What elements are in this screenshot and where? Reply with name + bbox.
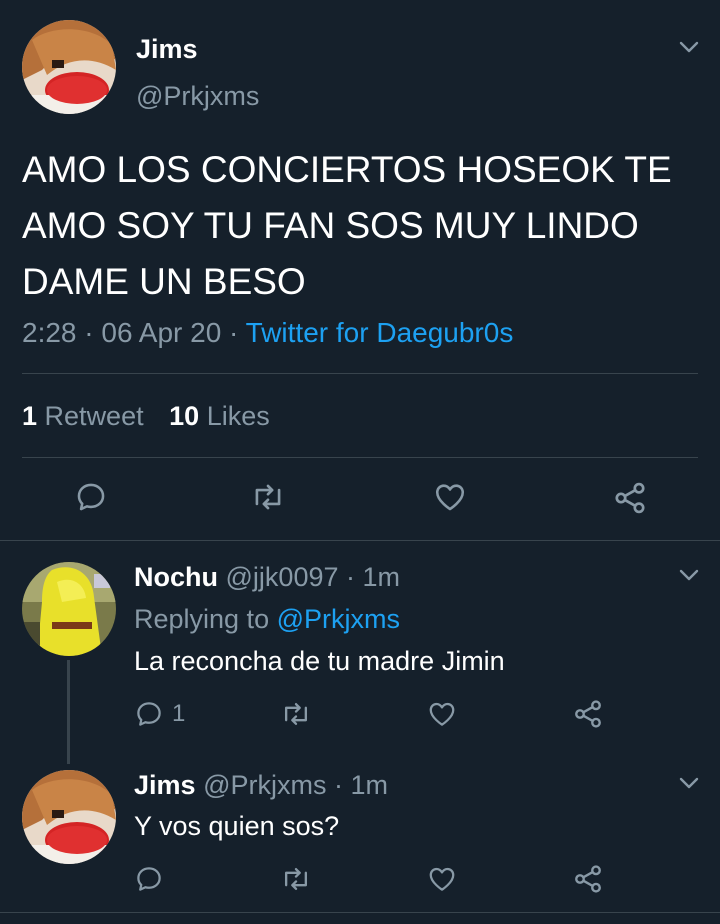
tweet-menu-button[interactable]: [678, 564, 700, 591]
tweet-date: 06 Apr 20: [101, 317, 222, 348]
share-button[interactable]: [572, 698, 604, 730]
reply-header: Jims @Prkjxms · 1m: [134, 770, 388, 801]
tweet-text: AMO LOS CONCIERTOS HOSEOK TE AMO SOY TU …: [22, 149, 672, 302]
retweet-button[interactable]: [280, 864, 312, 894]
reply-button[interactable]: [134, 864, 164, 894]
heart-icon: [435, 484, 465, 511]
tweet-meta: 2:28 · 06 Apr 20 · Twitter for Daegubr0s: [22, 317, 513, 349]
avatar[interactable]: [22, 770, 116, 864]
chevron-down-icon: [679, 41, 699, 53]
heart-icon: [429, 702, 455, 726]
tweet-client-link[interactable]: Twitter for Daegubr0s: [246, 317, 514, 348]
divider: [22, 373, 698, 374]
retweet-button[interactable]: [250, 480, 286, 514]
tweet-stats: 1 Retweet 10 Likes: [22, 401, 270, 432]
retweet-stat[interactable]: 1 Retweet: [22, 401, 151, 431]
handle[interactable]: @Prkjxms: [203, 770, 326, 800]
display-name[interactable]: Nochu: [134, 562, 218, 592]
likes-label: Likes: [206, 401, 270, 431]
like-button[interactable]: [426, 864, 458, 894]
retweets-count: 1: [22, 401, 38, 431]
likes-count: 10: [169, 401, 200, 431]
share-icon: [575, 700, 601, 728]
thread-line: [67, 660, 70, 764]
retweet-icon: [284, 867, 308, 891]
reply-button[interactable]: 1: [134, 699, 185, 729]
reply-icon: [137, 867, 161, 891]
replying-to-handle[interactable]: @Prkjxms: [277, 604, 400, 634]
reply-count: 1: [172, 700, 186, 727]
share-button[interactable]: [612, 480, 648, 516]
reply-icon: [137, 702, 161, 726]
retweet-button[interactable]: [280, 699, 312, 729]
retweet-icon: [255, 484, 281, 510]
reply-icon: [77, 483, 105, 511]
retweet-icon: [284, 702, 308, 726]
divider: [22, 457, 698, 458]
handle[interactable]: @Prkjxms: [136, 81, 259, 112]
timestamp[interactable]: · 1m: [346, 562, 400, 592]
meta-separator: ·: [84, 317, 94, 348]
reply-text: La reconcha de tu madre Jimin: [134, 646, 505, 676]
avatar[interactable]: [22, 20, 116, 114]
timestamp[interactable]: · 1m: [334, 770, 388, 800]
divider: [0, 540, 720, 541]
display-name[interactable]: Jims: [136, 34, 198, 65]
reply-text: Y vos quien sos?: [134, 811, 340, 841]
chevron-down-icon: [679, 569, 699, 581]
retweets-label: Retweet: [44, 401, 144, 431]
likes-stat[interactable]: 10 Likes: [169, 401, 270, 431]
tweet-menu-button[interactable]: [678, 772, 700, 799]
avatar[interactable]: [22, 562, 116, 656]
divider: [0, 912, 720, 913]
share-icon: [615, 482, 645, 514]
like-button[interactable]: [432, 480, 468, 514]
display-name[interactable]: Jims: [134, 770, 196, 800]
reply-header: Nochu @jjk0097 · 1m: [134, 562, 400, 593]
chevron-down-icon: [679, 777, 699, 789]
heart-icon: [429, 867, 455, 891]
meta-separator: ·: [229, 317, 239, 348]
tweet-menu-button[interactable]: [678, 36, 700, 63]
replying-to-label: Replying to: [134, 604, 270, 634]
replying-to: Replying to @Prkjxms: [134, 604, 400, 635]
like-button[interactable]: [426, 699, 458, 729]
share-button[interactable]: [572, 863, 604, 895]
handle[interactable]: @jjk0097: [226, 562, 339, 592]
reply-button[interactable]: [74, 480, 108, 514]
tweet-time: 2:28: [22, 317, 77, 348]
share-icon: [575, 865, 601, 893]
